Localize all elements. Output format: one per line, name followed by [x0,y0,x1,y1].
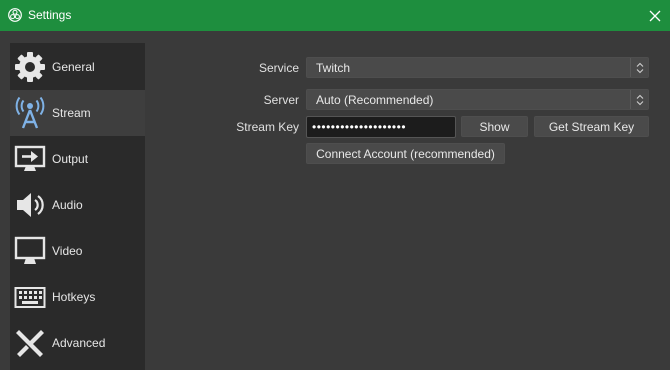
settings-sidebar: General Stream Output Audio Video Hotkey… [10,43,145,370]
title-bar: Settings [0,0,670,31]
gear-icon [12,49,48,85]
sidebar-item-label: Video [52,244,83,258]
stream-key-input[interactable]: •••••••••••••••••••• [306,116,456,138]
output-monitor-icon [12,141,48,177]
close-icon [649,10,661,22]
server-value: Auto (Recommended) [316,93,434,107]
connect-account-button[interactable]: Connect Account (recommended) [306,143,505,164]
server-select[interactable]: Auto (Recommended) [306,89,649,110]
window-frame [0,31,10,370]
monitor-icon [12,233,48,269]
updown-arrows-icon [630,58,648,77]
obs-logo-icon [8,8,22,22]
sidebar-item-label: Stream [52,106,91,120]
updown-arrows-icon [630,90,648,109]
sidebar-item-label: Output [52,152,89,166]
sidebar-item-advanced[interactable]: Advanced [10,320,145,366]
keyboard-icon [12,279,48,315]
sidebar-item-audio[interactable]: Audio [10,182,145,228]
speaker-icon [12,187,48,223]
server-label: Server [263,93,299,107]
close-button[interactable] [640,4,670,28]
sidebar-item-label: Advanced [52,336,106,350]
service-label: Service [258,61,299,75]
service-value: Twitch [316,61,351,75]
sidebar-item-video[interactable]: Video [10,228,145,274]
show-key-button[interactable]: Show [461,116,528,137]
sidebar-item-label: Hotkeys [52,290,96,304]
sidebar-item-output[interactable]: Output [10,136,145,182]
sidebar-item-label: Audio [52,198,83,212]
stream-key-label: Stream Key [236,120,299,134]
sidebar-item-stream[interactable]: Stream [10,90,145,136]
window-title: Settings [28,8,72,22]
service-select[interactable]: Twitch [306,57,649,78]
sidebar-item-hotkeys[interactable]: Hotkeys [10,274,145,320]
get-stream-key-button[interactable]: Get Stream Key [534,116,649,137]
broadcast-antenna-icon [12,95,48,131]
sidebar-item-general[interactable]: General [10,44,145,90]
sidebar-item-label: General [52,60,95,74]
tools-icon [12,325,48,361]
